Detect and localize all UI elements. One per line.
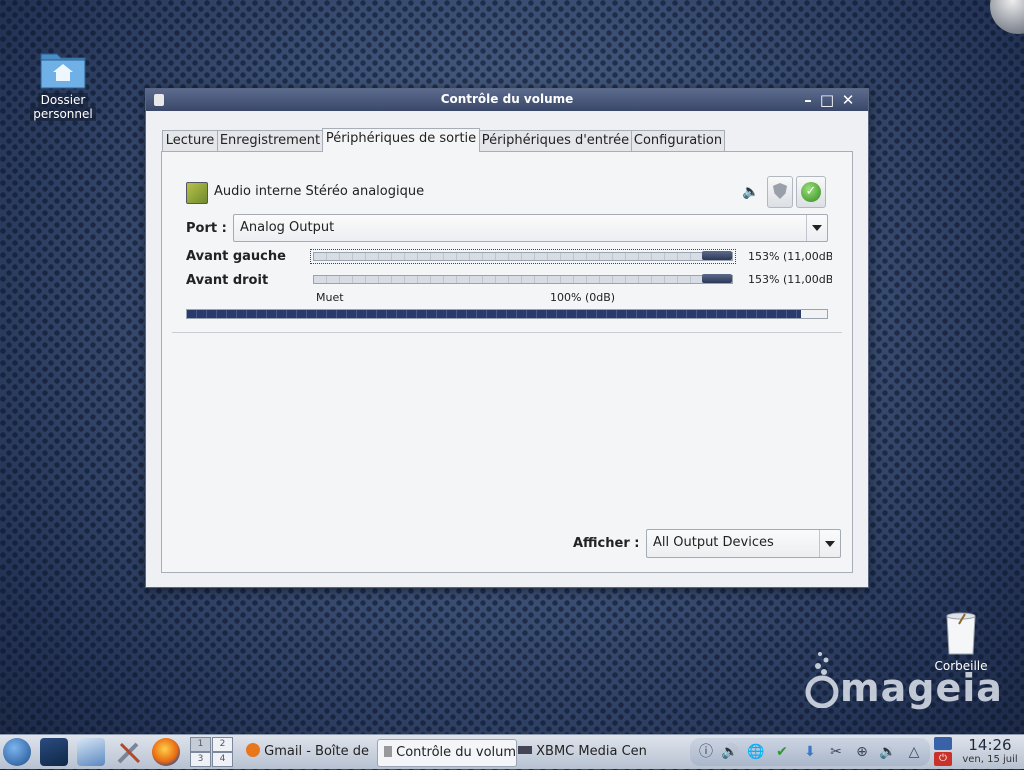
tab-enregistrement[interactable]: Enregistrement bbox=[217, 130, 323, 151]
task-volume-control-label: Contrôle du volume bbox=[396, 745, 517, 760]
port-select-value: Analog Output bbox=[240, 220, 335, 235]
workspace-1[interactable]: 1 bbox=[190, 737, 211, 752]
minimize-button[interactable]: – bbox=[800, 92, 816, 108]
check-icon: ✓ bbox=[801, 182, 821, 202]
home-folder-label: Dossier bbox=[37, 93, 89, 107]
system-tray: ⓘ 🔊 🌐 ✔ ⬇ ✂ ⊕ 🔉 △ bbox=[690, 738, 930, 766]
system-monitor-icon[interactable] bbox=[77, 738, 105, 766]
update-check-icon[interactable]: ✔ bbox=[772, 742, 792, 762]
workspace-2[interactable]: 2 bbox=[212, 737, 233, 752]
channel-value-left: 153% (11,00dB) bbox=[748, 250, 832, 263]
clock[interactable]: 14:26 ven, 15 juil bbox=[958, 736, 1022, 765]
workspace-4[interactable]: 4 bbox=[212, 752, 233, 767]
usb-icon[interactable]: ⊕ bbox=[852, 742, 872, 762]
channel-label-right: Avant droit bbox=[186, 273, 269, 288]
clock-time: 14:26 bbox=[968, 736, 1012, 754]
speaker-mute-icon[interactable]: 🔈 bbox=[742, 184, 762, 202]
tray-expand-icon[interactable]: △ bbox=[904, 742, 924, 762]
tab-peripheriques-sortie[interactable]: Périphériques de sortie bbox=[322, 128, 480, 152]
peak-meter bbox=[186, 309, 828, 319]
default-device-button[interactable] bbox=[767, 176, 793, 208]
folder-icon bbox=[40, 53, 86, 89]
trash-can-icon bbox=[946, 612, 976, 655]
firefox-small-icon bbox=[246, 743, 260, 757]
firefox-icon[interactable] bbox=[152, 738, 180, 766]
tools-icon[interactable] bbox=[115, 738, 143, 766]
home-folder-label-2: personnel bbox=[30, 107, 96, 121]
clock-date: ven, 15 juil bbox=[962, 754, 1018, 765]
task-volume-control[interactable]: Contrôle du volume bbox=[377, 739, 517, 767]
window-titlebar[interactable]: Contrôle du volume – □ ✕ bbox=[146, 89, 868, 111]
window-title: Contrôle du volume bbox=[440, 92, 574, 106]
channel-label-left: Avant gauche bbox=[186, 249, 286, 264]
corner-decoration bbox=[990, 0, 1024, 34]
shield-icon bbox=[773, 183, 787, 199]
volume-slider-right[interactable] bbox=[313, 274, 733, 284]
tab-peripheriques-entree[interactable]: Périphériques d'entrée bbox=[479, 130, 632, 151]
device-name: Audio interne Stéréo analogique bbox=[214, 184, 425, 199]
scale-label-100: 100% (0dB) bbox=[550, 291, 616, 304]
panel-divider bbox=[172, 332, 842, 333]
show-desktop-icon[interactable] bbox=[40, 738, 68, 766]
mageia-logo-icon bbox=[805, 652, 839, 708]
port-select[interactable]: Analog Output bbox=[233, 214, 828, 242]
tab-lecture[interactable]: Lecture bbox=[162, 130, 218, 151]
device-header: Audio interne Stéréo analogique 🔈 ✓ bbox=[186, 176, 826, 208]
start-menu-icon[interactable] bbox=[3, 738, 31, 766]
lock-screen-icon[interactable] bbox=[934, 737, 952, 750]
slider-handle[interactable] bbox=[702, 274, 732, 283]
sound-card-icon bbox=[186, 182, 208, 204]
close-button[interactable]: ✕ bbox=[840, 92, 856, 108]
chevron-down-icon bbox=[806, 215, 827, 241]
volume-slider-left[interactable] bbox=[310, 249, 736, 264]
chevron-down-icon bbox=[819, 530, 840, 557]
channel-value-right: 153% (11,00dB) bbox=[748, 273, 832, 286]
power-icon[interactable]: ⏻ bbox=[934, 752, 952, 766]
volume-app-small-icon bbox=[384, 746, 392, 757]
brand-logo: mageia bbox=[802, 652, 1002, 712]
show-select-value: All Output Devices bbox=[653, 535, 774, 550]
brand-wordmark: mageia bbox=[840, 666, 1003, 710]
workspace-3[interactable]: 3 bbox=[190, 752, 211, 767]
slider-fill bbox=[314, 253, 732, 260]
network-globe-icon[interactable]: 🌐 bbox=[746, 742, 766, 762]
task-xbmc[interactable]: XBMC Media Center bbox=[518, 739, 646, 765]
maximize-button[interactable]: □ bbox=[819, 92, 835, 108]
clipboard-scissors-icon[interactable]: ✂ bbox=[826, 742, 846, 762]
volume-control-window: Contrôle du volume – □ ✕ Lecture Enregis… bbox=[145, 88, 869, 588]
home-folder-icon[interactable]: Dossier personnel bbox=[28, 48, 98, 121]
task-gmail-label: Gmail - Boîte de réception bbox=[264, 744, 374, 759]
port-label: Port : bbox=[186, 221, 227, 236]
workspace-pager: 1 2 3 4 bbox=[190, 737, 234, 767]
download-icon[interactable]: ⬇ bbox=[800, 742, 820, 762]
tab-configuration[interactable]: Configuration bbox=[631, 130, 725, 151]
show-label: Afficher : bbox=[573, 536, 640, 551]
task-gmail[interactable]: Gmail - Boîte de réception bbox=[246, 739, 374, 765]
lock-channels-button[interactable]: ✓ bbox=[796, 176, 826, 208]
taskbar: 1 2 3 4 Gmail - Boîte de réception Contr… bbox=[0, 734, 1024, 769]
window-content: Lecture Enregistrement Périphériques de … bbox=[146, 111, 868, 587]
scale-label-mute: Muet bbox=[316, 291, 344, 304]
volume-icon[interactable]: 🔊 bbox=[720, 742, 740, 762]
peak-meter-fill bbox=[187, 310, 802, 318]
show-select[interactable]: All Output Devices bbox=[646, 529, 841, 558]
slider-fill bbox=[314, 276, 732, 283]
info-icon[interactable]: ⓘ bbox=[696, 742, 716, 762]
speaker-icon[interactable]: 🔉 bbox=[878, 742, 898, 762]
task-xbmc-label: XBMC Media Center bbox=[536, 744, 646, 759]
output-devices-panel: Audio interne Stéréo analogique 🔈 ✓ Port… bbox=[161, 151, 853, 573]
slider-handle[interactable] bbox=[702, 251, 732, 260]
xbmc-small-icon bbox=[518, 746, 532, 754]
